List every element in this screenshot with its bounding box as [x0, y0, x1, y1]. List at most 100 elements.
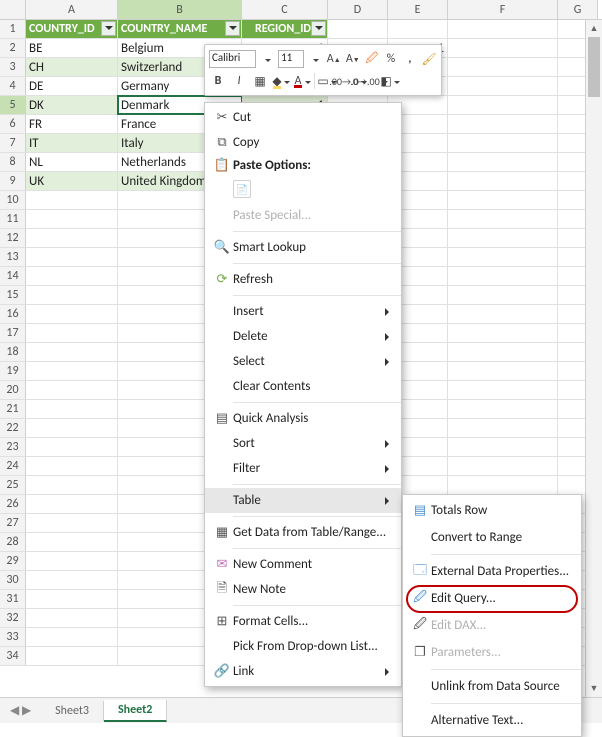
submenu-external-data-properties[interactable]: 🗔External Data Properties... [403, 558, 581, 585]
menu-new-note[interactable]: 🗎New Note [205, 577, 401, 602]
cell-F5[interactable] [448, 96, 558, 114]
cell-F20[interactable] [448, 381, 558, 399]
menu-smart-lookup[interactable]: 🔍Smart Lookup [205, 235, 401, 260]
row-header-7[interactable]: 7 [0, 134, 26, 152]
cell-A19[interactable] [26, 362, 118, 380]
row-header-25[interactable]: 25 [0, 476, 26, 494]
row-header-4[interactable]: 4 [0, 77, 26, 95]
row-header-32[interactable]: 32 [0, 609, 26, 627]
cell-A17[interactable] [26, 324, 118, 342]
menu-sort[interactable]: Sort [205, 431, 401, 456]
cell-F3[interactable] [448, 58, 558, 76]
cell-A30[interactable] [26, 571, 118, 589]
row-header-11[interactable]: 11 [0, 210, 26, 228]
cell-A24[interactable] [26, 457, 118, 475]
select-all-corner[interactable] [0, 0, 26, 19]
col-header-F[interactable]: F [448, 0, 558, 19]
row-header-28[interactable]: 28 [0, 533, 26, 551]
cell-F21[interactable] [448, 400, 558, 418]
menu-format-cells[interactable]: ⊞Format Cells... [205, 609, 401, 634]
scroll-up-icon[interactable]: ▲ [586, 20, 602, 37]
cell-F17[interactable] [448, 324, 558, 342]
row-header-3[interactable]: 3 [0, 58, 26, 76]
cell-A15[interactable] [26, 286, 118, 304]
increase-decimal-icon[interactable]: .0→.00 [360, 72, 378, 90]
cell-A29[interactable] [26, 552, 118, 570]
filter-button-C[interactable] [311, 21, 326, 36]
italic-icon[interactable]: I [230, 72, 248, 90]
submenu-alt-text[interactable]: Alternative Text... [403, 707, 581, 734]
menu-quick-analysis[interactable]: ▤Quick Analysis [205, 406, 401, 431]
cell-F1[interactable] [448, 20, 558, 38]
sheet-nav-arrows[interactable]: ◀ ▶ [0, 703, 41, 718]
col-header-B[interactable]: B [118, 0, 242, 19]
submenu-edit-query[interactable]: 🖉Edit Query... [403, 585, 581, 612]
cell-A1[interactable]: COUNTRY_ID [26, 20, 118, 38]
row-header-24[interactable]: 24 [0, 457, 26, 475]
cell-A8[interactable]: NL [26, 153, 118, 171]
row-header-2[interactable]: 2 [0, 39, 26, 57]
font-picker-dropdown-icon[interactable] [259, 50, 275, 68]
cell-F8[interactable] [448, 153, 558, 171]
cell-F25[interactable] [448, 476, 558, 494]
cell-A31[interactable] [26, 590, 118, 608]
menu-link[interactable]: 🔗Link [205, 659, 401, 684]
row-header-16[interactable]: 16 [0, 305, 26, 323]
row-header-33[interactable]: 33 [0, 628, 26, 646]
decrease-font-icon[interactable]: A▼ [345, 50, 361, 68]
format-painter-icon[interactable]: 🖌 [421, 50, 437, 68]
row-header-14[interactable]: 14 [0, 267, 26, 285]
cell-F12[interactable] [448, 229, 558, 247]
col-header-G[interactable]: G [558, 0, 598, 19]
cell-F14[interactable] [448, 267, 558, 285]
cell-A27[interactable] [26, 514, 118, 532]
cell-A20[interactable] [26, 381, 118, 399]
row-header-5[interactable]: 5 [0, 96, 26, 114]
cell-A4[interactable]: DE [26, 77, 118, 95]
cell-F22[interactable] [448, 419, 558, 437]
row-header-13[interactable]: 13 [0, 248, 26, 266]
cell-A18[interactable] [26, 343, 118, 361]
menu-pick-from-list[interactable]: Pick From Drop-down List... [205, 634, 401, 659]
accounting-format-icon[interactable]: 🖉 [364, 50, 380, 68]
menu-get-data[interactable]: ▦Get Data from Table/Range... [205, 520, 401, 545]
cell-F9[interactable] [448, 172, 558, 190]
cell-D1[interactable] [328, 20, 388, 38]
row-header-15[interactable]: 15 [0, 286, 26, 304]
cell-F18[interactable] [448, 343, 558, 361]
row-header-9[interactable]: 9 [0, 172, 26, 190]
row-header-34[interactable]: 34 [0, 647, 26, 665]
submenu-convert-to-range[interactable]: Convert to Range [403, 524, 581, 551]
menu-cut[interactable]: ✂Cut [205, 105, 401, 130]
cell-styles-icon[interactable]: ◧ [381, 72, 399, 90]
scroll-down-icon[interactable]: ▼ [586, 680, 602, 697]
row-header-27[interactable]: 27 [0, 514, 26, 532]
cell-F11[interactable] [448, 210, 558, 228]
cell-A25[interactable] [26, 476, 118, 494]
row-header-12[interactable]: 12 [0, 229, 26, 247]
cell-A5[interactable]: DK [26, 96, 118, 114]
cell-A6[interactable]: FR [26, 115, 118, 133]
cell-F6[interactable] [448, 115, 558, 133]
row-header-20[interactable]: 20 [0, 381, 26, 399]
sheet-tab-sheet2[interactable]: Sheet2 [104, 700, 167, 722]
cell-A2[interactable]: BE [26, 39, 118, 57]
row-header-17[interactable]: 17 [0, 324, 26, 342]
submenu-totals-row[interactable]: ▤Totals Row [403, 497, 581, 524]
menu-new-comment[interactable]: ✉New Comment [205, 552, 401, 577]
menu-table[interactable]: Table [205, 488, 401, 513]
menu-delete[interactable]: Delete [205, 324, 401, 349]
cell-B1[interactable]: COUNTRY_NAME [118, 20, 242, 38]
cell-F24[interactable] [448, 457, 558, 475]
cell-A22[interactable] [26, 419, 118, 437]
menu-filter[interactable]: Filter [205, 456, 401, 481]
cell-A26[interactable] [26, 495, 118, 513]
row-header-29[interactable]: 29 [0, 552, 26, 570]
font-color-icon[interactable]: A [293, 72, 311, 90]
bold-icon[interactable]: B [209, 72, 227, 90]
cell-A32[interactable] [26, 609, 118, 627]
increase-font-icon[interactable]: A▲ [326, 50, 342, 68]
percent-icon[interactable]: % [383, 50, 399, 68]
row-header-22[interactable]: 22 [0, 419, 26, 437]
row-header-1[interactable]: 1 [0, 20, 26, 38]
